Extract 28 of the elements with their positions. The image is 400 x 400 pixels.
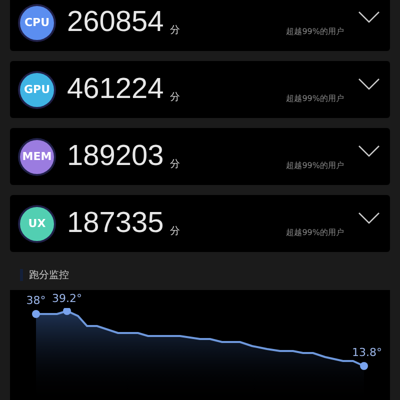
category-badge: CPU: [20, 6, 54, 40]
score-card[interactable]: CPU 260854 分 超越99%的用户: [10, 0, 390, 51]
chevron-down-icon[interactable]: [358, 144, 380, 156]
temperature-label: 13.8°: [352, 346, 382, 359]
category-badge: UX: [20, 206, 54, 240]
rank-text: 超越99%的用户: [286, 160, 344, 171]
score-unit: 分: [170, 224, 180, 238]
score-card[interactable]: GPU 461224 分 超越99%的用户: [10, 61, 390, 118]
chevron-down-icon[interactable]: [358, 212, 380, 224]
section-title: 跑分监控: [29, 269, 69, 282]
chevron-down-icon[interactable]: [358, 78, 380, 90]
rank-text: 超越99%的用户: [286, 26, 344, 37]
category-badge: GPU: [20, 72, 54, 106]
rank-text: 超越99%的用户: [286, 227, 344, 238]
score-value: 461224: [67, 73, 164, 106]
rank-text: 超越99%的用户: [286, 93, 344, 104]
score-value: 189203: [67, 140, 164, 173]
score-card[interactable]: MEM 189203 分 超越99%的用户: [10, 128, 390, 185]
score-card[interactable]: UX 187335 分 超越99%的用户: [10, 195, 390, 252]
score-value: 187335: [67, 207, 164, 240]
score-unit: 分: [170, 158, 180, 170]
temperature-label: 39.2°: [52, 292, 82, 305]
temperature-label: 38°: [26, 294, 46, 307]
chevron-down-icon[interactable]: [358, 10, 380, 22]
score-value: 260854: [67, 6, 164, 39]
category-badge: MEM: [20, 140, 54, 174]
score-unit: 分: [170, 24, 180, 36]
score-unit: 分: [170, 90, 180, 104]
